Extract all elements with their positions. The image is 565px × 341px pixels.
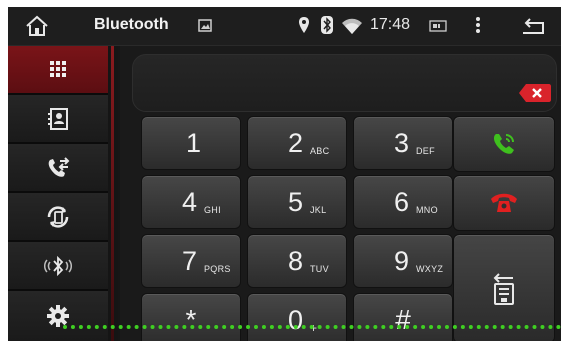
location-icon xyxy=(299,17,309,33)
key-5[interactable]: 5 JKL xyxy=(247,175,347,229)
home-icon[interactable] xyxy=(25,15,49,37)
wifi-icon xyxy=(342,18,362,34)
page-title: Bluetooth xyxy=(94,16,169,33)
phonebook-transfer-icon xyxy=(493,272,514,305)
status-bar: Bluetooth 17:48 xyxy=(8,7,561,46)
green-dotted-line xyxy=(63,325,561,329)
sidebar xyxy=(8,46,118,341)
key-9[interactable]: 9 WXYZ xyxy=(353,234,453,288)
key-2[interactable]: 2 ABC xyxy=(247,116,347,170)
sidebar-item-contacts[interactable] xyxy=(8,95,108,144)
key-8[interactable]: 8 TUV xyxy=(247,234,347,288)
end-call-button[interactable] xyxy=(453,175,555,231)
key-4[interactable]: 4 GHI xyxy=(141,175,241,229)
dialer-panel: 1 2 ABC 3 DEF 4 GHI 5 JKL 6 MNO 7 PQRS 8… xyxy=(120,46,561,341)
number-display[interactable] xyxy=(132,54,557,112)
backspace-icon[interactable] xyxy=(518,83,552,103)
more-vert-icon[interactable] xyxy=(475,16,481,34)
hangup-icon xyxy=(491,193,517,212)
key-hash[interactable]: # xyxy=(353,293,453,341)
sidebar-item-call-log[interactable] xyxy=(8,144,108,193)
phone-sync-icon xyxy=(47,205,69,228)
bluetooth-icon xyxy=(321,16,333,34)
back-icon[interactable] xyxy=(521,17,547,35)
call-log-icon xyxy=(48,156,70,177)
clock: 17:48 xyxy=(370,16,411,33)
phone-call-icon xyxy=(493,134,514,154)
image-icon xyxy=(198,19,212,32)
sidebar-item-sync[interactable] xyxy=(8,193,108,242)
key-7[interactable]: 7 PQRS xyxy=(141,234,241,288)
bluetooth-signal-icon xyxy=(44,255,72,276)
screen: Bluetooth 17:48 1 2 ABC 3 DEF 4 GHI 5 JK… xyxy=(8,7,561,341)
key-6[interactable]: 6 MNO xyxy=(353,175,453,229)
key-3[interactable]: 3 DEF xyxy=(353,116,453,170)
battery-icon xyxy=(429,20,447,32)
call-button[interactable] xyxy=(453,116,555,172)
contacts-icon xyxy=(48,107,68,130)
device-frame: Bluetooth 17:48 1 2 ABC 3 DEF 4 GHI 5 JK… xyxy=(0,0,565,341)
sidebar-divider xyxy=(111,46,114,341)
sidebar-item-dialpad[interactable] xyxy=(8,46,108,95)
sidebar-item-settings[interactable] xyxy=(8,291,108,341)
dialpad-icon xyxy=(50,60,66,77)
key-1[interactable]: 1 xyxy=(141,116,241,170)
sidebar-item-bluetooth-connect[interactable] xyxy=(8,242,108,291)
key-0[interactable]: 0 + xyxy=(247,293,347,341)
key-star[interactable]: * xyxy=(141,293,241,341)
